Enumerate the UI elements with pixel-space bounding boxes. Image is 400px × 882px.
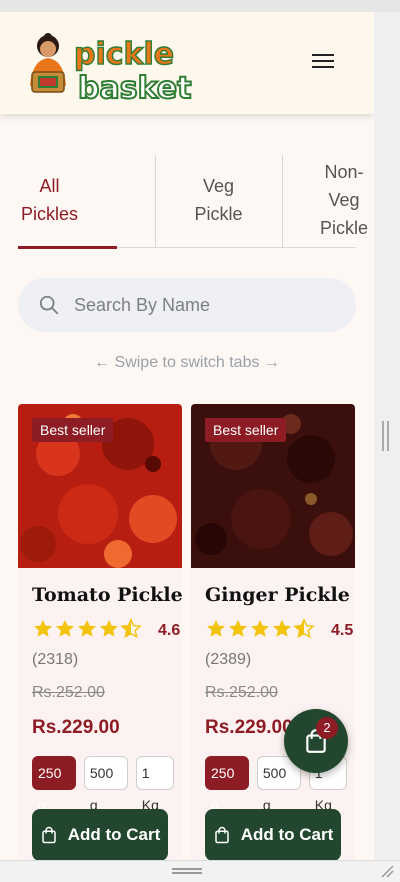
- original-price: Rs.252.00: [205, 684, 278, 701]
- size-option-500g[interactable]: 500 g: [83, 756, 128, 813]
- sale-price: Rs.229.00: [205, 717, 293, 738]
- original-price: Rs.252.00: [32, 684, 105, 701]
- add-to-cart-label: Add to Cart: [67, 825, 161, 844]
- product-card-tomato-pickle[interactable]: Best seller Tomato Pickle 4.6 (2318) Rs.…: [18, 404, 182, 860]
- add-to-cart-label: Add to Cart: [240, 825, 334, 844]
- tab-non-veg-pickle[interactable]: Non- Veg Pickle: [297, 152, 374, 248]
- logo-word-bottom: basket: [78, 71, 191, 104]
- tab-label-line: All: [39, 176, 60, 196]
- category-tabs: All Pickles Veg Pickle Non- Veg Pickle: [0, 152, 374, 252]
- panel-resize-handle[interactable]: [382, 421, 389, 451]
- size-options: 250 g 500 g 1 Kg: [32, 756, 182, 813]
- tab-label-line: Pickle: [194, 204, 243, 224]
- shopping-bag-icon: [214, 826, 229, 844]
- star-icon: [207, 619, 225, 637]
- star-icon: [78, 619, 96, 637]
- product-card-ginger-pickle[interactable]: Best seller Ginger Pickle 4.5 (2389) Rs.…: [191, 404, 355, 860]
- review-count: (2318): [32, 651, 79, 668]
- pickle-basket-logo[interactable]: pickle basket: [18, 24, 203, 104]
- best-seller-badge: Best seller: [32, 418, 114, 442]
- resize-grip-icon[interactable]: [380, 864, 394, 878]
- browser-top-strip: [0, 0, 400, 12]
- tab-label-line: Pickle: [319, 218, 368, 238]
- tab-all-pickles[interactable]: All Pickles: [0, 152, 99, 248]
- best-seller-badge: Best seller: [205, 418, 287, 442]
- size-option-250g[interactable]: 250 g: [32, 756, 76, 813]
- half-star-icon: [120, 618, 142, 639]
- site-header: pickle basket: [0, 12, 374, 114]
- product-name[interactable]: Ginger Pickle: [205, 584, 350, 606]
- product-name[interactable]: Tomato Pickle: [32, 584, 182, 606]
- star-icon: [273, 619, 291, 637]
- star-rating: [205, 618, 315, 640]
- star-icon: [229, 619, 247, 637]
- star-rating: [32, 618, 142, 640]
- logo-word-top: pickle: [74, 37, 174, 72]
- page-viewport: pickle basket All Pickles Veg Pickle Non…: [0, 12, 374, 860]
- review-count: (2389): [205, 651, 252, 668]
- drag-handle[interactable]: [172, 868, 202, 874]
- hamburger-line: [312, 66, 334, 68]
- rating-value: 4.5: [331, 622, 354, 639]
- tab-veg-pickle[interactable]: Veg Pickle: [170, 152, 267, 248]
- tab-label-line: Non-: [324, 162, 364, 182]
- shopping-bag-icon: [41, 826, 56, 844]
- half-star-icon: [293, 618, 315, 639]
- menu-button[interactable]: [308, 50, 338, 76]
- star-icon: [100, 619, 118, 637]
- star-icon: [56, 619, 74, 637]
- tab-divider: [155, 155, 156, 247]
- swipe-hint: ← Swipe to switch tabs →: [94, 354, 280, 371]
- tab-label-line: Veg: [202, 176, 235, 196]
- rating-value: 4.6: [158, 622, 181, 639]
- add-to-cart-button[interactable]: Add to Cart: [205, 809, 341, 860]
- hamburger-line: [312, 54, 334, 56]
- sale-price: Rs.229.00: [32, 717, 120, 738]
- active-tab-indicator: [18, 246, 117, 249]
- search-bar[interactable]: [18, 278, 356, 332]
- tab-divider: [282, 155, 283, 247]
- cart-button[interactable]: 2: [284, 709, 348, 773]
- hamburger-line: [312, 60, 334, 62]
- add-to-cart-button[interactable]: Add to Cart: [32, 809, 168, 860]
- window-bottom-bar: [0, 860, 400, 882]
- size-option-1kg[interactable]: 1 Kg: [135, 756, 174, 813]
- tab-label-line: Veg: [328, 190, 360, 210]
- star-icon: [34, 619, 52, 637]
- search-icon: [39, 295, 59, 315]
- tab-label-line: Pickles: [20, 204, 78, 224]
- search-input[interactable]: [74, 294, 334, 316]
- star-icon: [251, 619, 269, 637]
- cart-count-badge: 2: [316, 717, 338, 739]
- size-option-250g[interactable]: 250 g: [205, 756, 249, 813]
